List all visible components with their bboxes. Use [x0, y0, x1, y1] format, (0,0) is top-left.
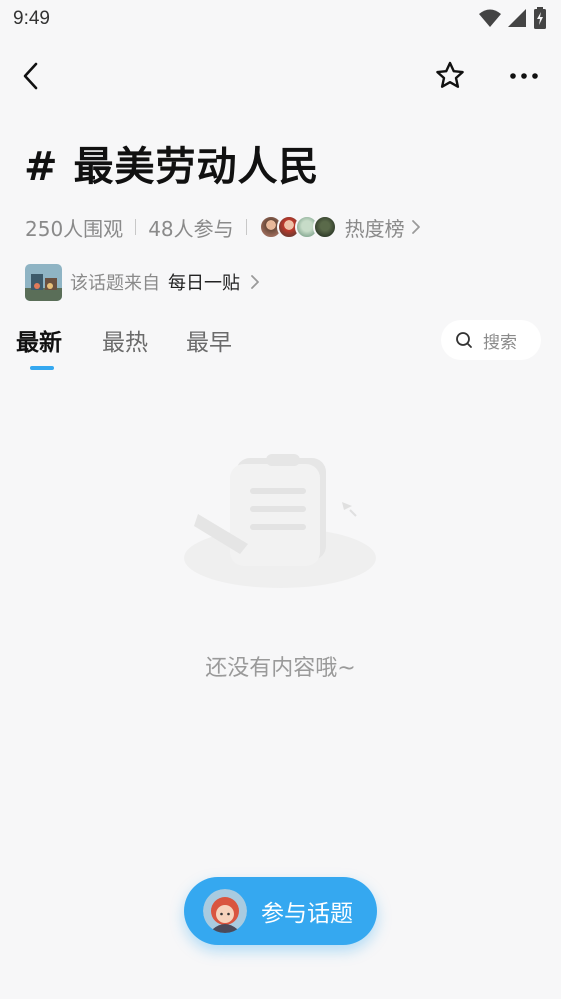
ranking-label: 热度榜 [344, 216, 405, 241]
avatar [312, 215, 337, 239]
chevron-right-icon [411, 220, 420, 234]
topic-title: # 最美劳动人民 [24, 144, 320, 190]
tab-hottest[interactable]: 最热 [102, 323, 148, 357]
battery-icon [534, 7, 546, 29]
tab-earliest[interactable]: 最早 [186, 323, 232, 357]
more-button[interactable] [505, 58, 543, 94]
status-time: 9:49 [13, 8, 50, 29]
signal-icon [508, 9, 526, 27]
back-button[interactable] [14, 58, 50, 94]
source-label: 该话题来自 [70, 273, 160, 294]
star-icon [436, 61, 464, 88]
tab-indicator [30, 366, 54, 370]
search-icon [456, 332, 472, 348]
empty-message: 还没有内容哦~ [205, 656, 356, 681]
join-topic-button[interactable]: 参与话题 [184, 877, 377, 945]
wifi-icon [479, 9, 501, 27]
empty-illustration [184, 454, 376, 588]
chevron-right-icon [251, 275, 259, 289]
topic-source[interactable]: 该话题来自 每日一贴 [25, 263, 260, 301]
tab-latest[interactable]: 最新 [16, 323, 62, 357]
source-thumbnail [25, 263, 62, 301]
status-icons [479, 7, 547, 29]
views-count: 250人围观 [25, 216, 124, 241]
source-name: 每日一贴 [168, 273, 240, 294]
avatar [203, 889, 247, 933]
topic-stats: 250人围观 48人参与 热度榜 [25, 212, 421, 242]
ranking-link[interactable]: 热度榜 [258, 213, 421, 242]
top-bar [0, 48, 561, 104]
search-button[interactable]: 搜索 [441, 320, 541, 360]
participants-count: 48人参与 [148, 216, 234, 241]
more-icon [510, 73, 538, 79]
participant-avatars [258, 215, 337, 239]
status-bar: 9:49 [0, 0, 561, 40]
favorite-button[interactable] [432, 58, 468, 94]
sort-tabs: 最新 最热 最早 搜索 [0, 318, 561, 374]
divider [245, 219, 247, 235]
join-label: 参与话题 [261, 901, 353, 927]
divider [135, 219, 137, 235]
back-icon [23, 62, 38, 90]
search-label: 搜索 [483, 332, 517, 353]
